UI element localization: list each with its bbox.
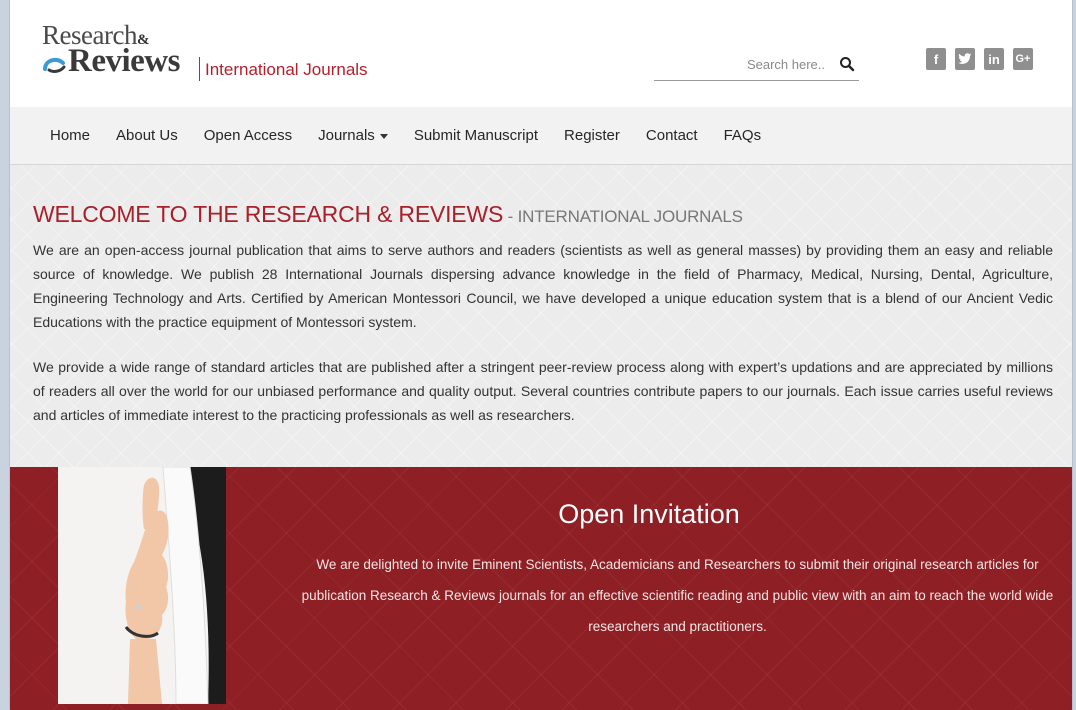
welcome-subtitle: - INTERNATIONAL JOURNALS [503,207,743,226]
nav-item-about-us[interactable]: About Us [116,127,178,144]
welcome-section: WELCOME TO THE RESEARCH & REVIEWS - INTE… [10,165,1072,467]
logo-reviews-text: Reviews [68,43,180,79]
page: Research& Reviews International Journals… [9,0,1073,710]
invitation-title: Open Invitation [558,499,740,529]
site-header: Research& Reviews International Journals… [10,0,1072,107]
main-navigation: Home About Us Open Access Journals Submi… [10,107,1072,165]
thumbs-up-illustration [58,467,226,704]
welcome-paragraph-1: We are an open-access journal publicatio… [33,242,1053,330]
nav-item-register[interactable]: Register [564,127,620,144]
nav-item-contact[interactable]: Contact [646,127,698,144]
social-links: f in G+ [926,48,1033,72]
site-logo[interactable]: Research& Reviews International Journals [42,20,372,90]
nav-item-faqs[interactable]: FAQs [724,127,762,144]
nav-item-submit-manuscript[interactable]: Submit Manuscript [414,127,538,144]
logo-tagline: International Journals [205,60,368,79]
nav-item-journals[interactable]: Journals [318,127,388,144]
chevron-down-icon [379,133,388,139]
nav-item-journals-label: Journals [318,127,375,144]
welcome-heading: WELCOME TO THE RESEARCH & REVIEWS - INTE… [33,201,743,228]
facebook-icon[interactable]: f [926,48,946,70]
nav-item-home[interactable]: Home [50,127,90,144]
welcome-title: WELCOME TO THE RESEARCH & REVIEWS [33,201,504,227]
search-input[interactable] [675,52,825,76]
twitter-bird-glyph [958,53,972,64]
open-invitation-banner: Open Invitation We are delighted to invi… [10,467,1072,710]
invitation-text: We are delighted to invite Eminent Scien… [301,557,1054,634]
nav-list: Home About Us Open Access Journals Submi… [50,127,761,144]
welcome-paragraph-2: We provide a wide range of standard arti… [33,359,1053,423]
logo-divider [199,57,200,81]
twitter-icon[interactable] [955,48,975,70]
thumbs-up-photo [58,467,226,704]
nav-item-open-access[interactable]: Open Access [204,127,292,144]
search-icon[interactable] [839,56,855,72]
logo-swirl-icon [43,57,66,73]
search-box [654,52,859,81]
google-plus-icon[interactable]: G+ [1013,48,1033,70]
linkedin-icon[interactable]: in [984,48,1004,70]
